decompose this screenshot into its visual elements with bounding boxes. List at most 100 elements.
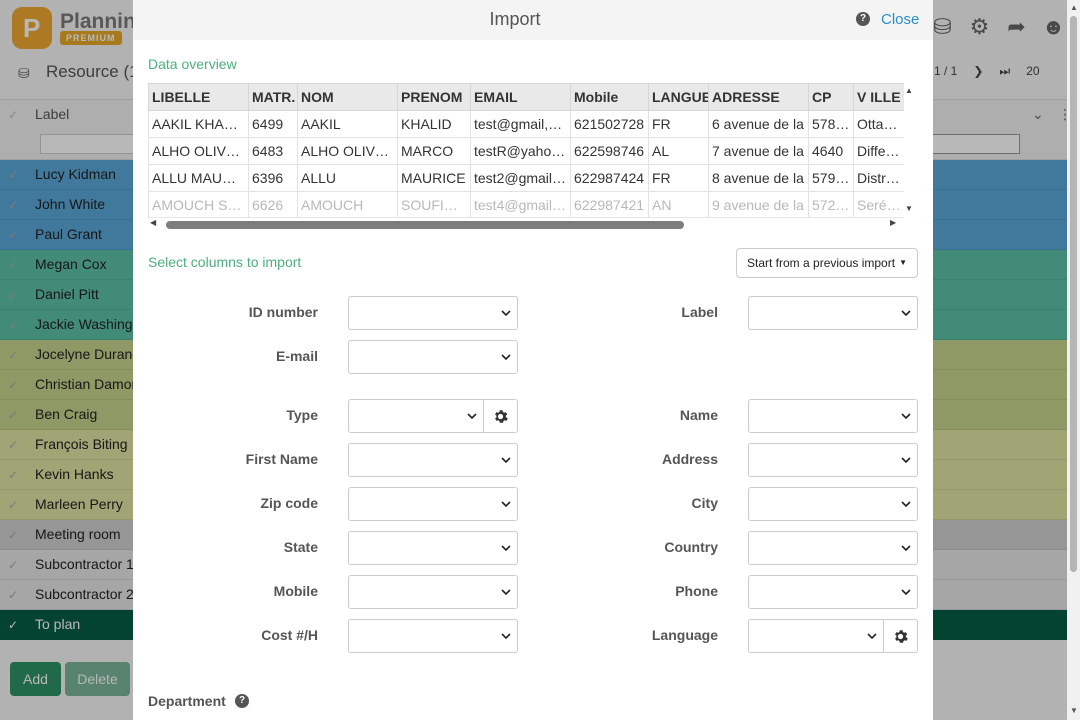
grid-cell: 8 avenue de la [708, 164, 809, 192]
name-label: Name [679, 407, 718, 423]
type-label: Type [286, 407, 318, 423]
grid-cell: AAKIL KHALID [148, 110, 249, 138]
grid-horizontal-scrollbar[interactable]: ◀ ▶ [148, 218, 900, 230]
grid-column-header: LIBELLE [148, 83, 249, 111]
chevron-down-icon [501, 457, 511, 464]
grid-cell: Serémange [853, 191, 904, 217]
phone-select[interactable] [748, 575, 918, 609]
country-label: Country [664, 539, 718, 555]
cost-select[interactable] [348, 619, 518, 653]
page-scroll-thumb[interactable] [1070, 16, 1077, 572]
email-select[interactable] [348, 340, 518, 374]
grid-cell: Differdange [853, 137, 904, 165]
grid-cell: AMOUCH [297, 191, 398, 217]
grid-cell: KHALID [397, 110, 471, 138]
language-settings-button[interactable] [884, 619, 918, 653]
chevron-down-icon [901, 589, 911, 596]
chevron-down-icon [501, 354, 511, 361]
grid-cell: AAKIL [297, 110, 398, 138]
grid-cell: test@gmail,com [470, 110, 571, 138]
first-name-select[interactable] [348, 443, 518, 477]
country-select[interactable] [748, 531, 918, 565]
language-select[interactable] [748, 619, 884, 653]
grid-cell: AL [648, 137, 709, 165]
import-modal: Import ? Close Data overview LIBELLE MATR… [133, 0, 933, 720]
grid-cell: 6499 [248, 110, 298, 138]
chevron-down-icon [501, 310, 511, 317]
grid-cell: Ottange [853, 110, 904, 138]
city-select[interactable] [748, 487, 918, 521]
grid-cell: 6396 [248, 164, 298, 192]
state-select[interactable] [348, 531, 518, 565]
grid-column-header: MATR. [248, 83, 298, 111]
type-select[interactable] [348, 399, 484, 433]
scroll-down-icon[interactable]: ▼ [1070, 706, 1078, 715]
grid-cell: 57290 [808, 191, 854, 217]
page-scrollbar[interactable]: ▲ ▼ [1067, 0, 1080, 720]
grid-cell: 6626 [248, 191, 298, 217]
modal-title: Import [489, 9, 541, 29]
grid-column-header: NOM [297, 83, 398, 111]
id-number-label: ID number [248, 304, 318, 320]
select-columns-heading: Select columns to import [148, 254, 302, 270]
grid-cell: 622987424 [570, 164, 649, 192]
grid-cell: 4640 [808, 137, 854, 165]
city-label: City [691, 495, 718, 511]
chevron-down-icon [901, 457, 911, 464]
grid-row: ALHO OLIVEIRA 6483 ALHO OLIVEIRA MARCO testR… [148, 137, 904, 165]
grid-cell: 6483 [248, 137, 298, 165]
department-help-icon[interactable]: ? [235, 694, 249, 708]
grid-cell: AMOUCH SOUFIANE [148, 191, 249, 217]
scroll-left-icon[interactable]: ◀ [150, 218, 156, 227]
chevron-down-icon [901, 545, 911, 552]
data-overview-heading: Data overview [148, 56, 237, 72]
grid-cell: 57925 [808, 164, 854, 192]
type-settings-button[interactable] [484, 399, 518, 433]
grid-column-header: LANGUE [648, 83, 709, 111]
previous-import-dropdown[interactable]: Start from a previous import ▼ [736, 248, 918, 278]
email-label: E-mail [275, 348, 318, 364]
grid-cell: SOUFIANE [397, 191, 471, 217]
gear-icon [495, 410, 508, 423]
grid-cell: 9 avenue de la [708, 191, 809, 217]
grid-cell: ALHO OLIVEIRA [148, 137, 249, 165]
department-label: Department [148, 693, 226, 709]
caret-down-icon: ▼ [899, 258, 907, 267]
close-button[interactable]: Close [881, 11, 919, 28]
scroll-up-icon[interactable]: ▲ [905, 86, 913, 95]
chevron-down-icon [501, 589, 511, 596]
zip-code-select[interactable] [348, 487, 518, 521]
chevron-down-icon [901, 413, 911, 420]
label-select[interactable] [748, 296, 918, 330]
grid-cell: ALLU [297, 164, 398, 192]
phone-label: Phone [675, 583, 718, 599]
scroll-right-icon[interactable]: ▶ [890, 218, 896, 227]
id-number-select[interactable] [348, 296, 518, 330]
scroll-up-icon[interactable]: ▲ [1070, 3, 1078, 12]
scroll-thumb[interactable] [166, 221, 684, 229]
chevron-down-icon [501, 501, 511, 508]
help-icon[interactable]: ? [856, 12, 870, 26]
grid-column-header: PRENOM [397, 83, 471, 111]
modal-header: Import ? Close [133, 0, 933, 40]
name-select[interactable] [748, 399, 918, 433]
grid-vertical-scrollbar[interactable]: ▲ ▼ [905, 86, 915, 213]
grid-column-header: Mobile [570, 83, 649, 111]
grid-column-header: V ILLE [853, 83, 904, 111]
grid-row: AAKIL KHALID 6499 AAKIL KHALID test@gmail,co… [148, 110, 904, 138]
first-name-label: First Name [245, 451, 318, 467]
state-label: State [283, 539, 318, 555]
label-label: Label [681, 304, 718, 320]
address-label: Address [661, 451, 718, 467]
previous-import-label: Start from a previous import [747, 256, 896, 270]
chevron-down-icon [501, 545, 511, 552]
grid-cell: 621502728 [570, 110, 649, 138]
data-overview-grid: LIBELLE MATR. NOM PRENOM EMAIL Mobile LANGUE AD… [148, 83, 904, 218]
address-select[interactable] [748, 443, 918, 477]
chevron-down-icon [867, 633, 877, 640]
grid-cell: 6 avenue de la [708, 110, 809, 138]
grid-cell: 7 avenue de la [708, 137, 809, 165]
mobile-select[interactable] [348, 575, 518, 609]
scroll-down-icon[interactable]: ▼ [905, 204, 913, 213]
chevron-down-icon [467, 413, 477, 420]
